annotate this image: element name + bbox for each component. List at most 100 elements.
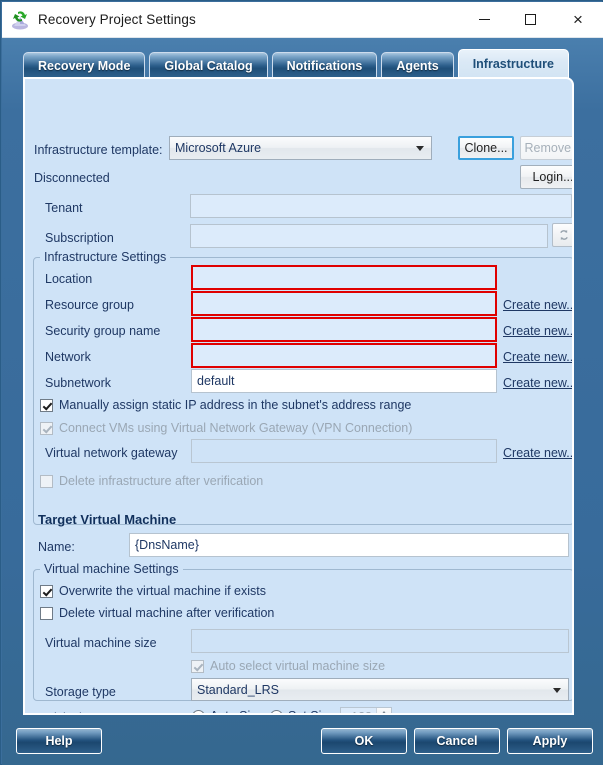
infrastructure-panel: Infrastructure template: Microsoft Azure… bbox=[23, 77, 574, 715]
window-title: Recovery Project Settings bbox=[38, 12, 196, 27]
tab-label: Infrastructure bbox=[472, 57, 554, 71]
auto-size-radio[interactable]: Auto Size bbox=[192, 709, 264, 713]
clone-button[interactable]: Clone... bbox=[458, 136, 514, 160]
network-label: Network bbox=[45, 350, 91, 364]
tab-label: Global Catalog bbox=[164, 58, 253, 73]
storage-type-combo[interactable]: Standard_LRS bbox=[191, 678, 569, 701]
tenant-input[interactable] bbox=[190, 194, 572, 218]
maximize-icon bbox=[524, 14, 536, 25]
tab-global-catalog[interactable]: Global Catalog bbox=[149, 52, 268, 78]
create-new-subnetwork-link[interactable]: Create new... bbox=[503, 376, 572, 390]
vm-size-label: Virtual machine size bbox=[45, 636, 157, 650]
create-new-gateway-link[interactable]: Create new... bbox=[503, 446, 572, 460]
create-new-security-group-link[interactable]: Create new... bbox=[503, 324, 572, 338]
close-icon: × bbox=[573, 10, 583, 29]
tab-agents[interactable]: Agents bbox=[381, 52, 454, 78]
subnetwork-label: Subnetwork bbox=[45, 376, 112, 390]
title-bar: Recovery Project Settings × bbox=[2, 2, 603, 38]
ok-button-label: OK bbox=[354, 734, 374, 748]
infrastructure-template-combo[interactable]: Microsoft Azure bbox=[169, 136, 432, 160]
vpn-connection-label: Connect VMs using Virtual Network Gatewa… bbox=[59, 421, 413, 435]
checkbox-box bbox=[40, 584, 53, 598]
delete-infrastructure-checkbox: Delete infrastructure after verification bbox=[40, 474, 263, 488]
tab-label: Agents bbox=[396, 58, 439, 73]
location-input[interactable] bbox=[191, 265, 497, 290]
security-group-name-input[interactable] bbox=[191, 317, 497, 342]
stepper-arrows bbox=[376, 708, 391, 713]
disk-size-value: 128 bbox=[341, 708, 376, 713]
minimize-button[interactable] bbox=[461, 2, 507, 38]
delete-vm-checkbox[interactable]: Delete virtual machine after verificatio… bbox=[40, 606, 274, 620]
static-ip-checkbox[interactable]: Manually assign static IP address in the… bbox=[40, 398, 411, 412]
target-vm-heading: Target Virtual Machine bbox=[38, 512, 177, 527]
network-input[interactable] bbox=[191, 343, 497, 368]
subnetwork-input[interactable]: default bbox=[191, 369, 497, 393]
infrastructure-template-value: Microsoft Azure bbox=[175, 141, 262, 155]
tab-notifications[interactable]: Notifications bbox=[271, 52, 378, 78]
checkbox-box bbox=[40, 398, 53, 412]
refresh-subscription-button[interactable] bbox=[552, 223, 572, 247]
cancel-button[interactable]: Cancel bbox=[414, 728, 500, 754]
resource-group-label: Resource group bbox=[45, 298, 134, 312]
tab-recovery-mode[interactable]: Recovery Mode bbox=[23, 52, 146, 78]
minimize-icon bbox=[478, 19, 490, 20]
overwrite-vm-checkbox[interactable]: Overwrite the virtual machine if exists bbox=[40, 584, 266, 598]
maximize-button[interactable] bbox=[507, 2, 553, 38]
create-new-resource-group-link[interactable]: Create new... bbox=[503, 298, 572, 312]
chevron-up-icon bbox=[381, 710, 387, 713]
tab-strip: Recovery Mode Global Catalog Notificatio… bbox=[23, 49, 574, 78]
overwrite-vm-label: Overwrite the virtual machine if exists bbox=[59, 584, 267, 598]
apply-button-label: Apply bbox=[532, 734, 568, 748]
vm-name-label: Name: bbox=[38, 540, 75, 554]
tab-label: Recovery Mode bbox=[38, 58, 131, 73]
create-new-network-link[interactable]: Create new... bbox=[503, 350, 572, 364]
virtual-network-gateway-input bbox=[191, 439, 497, 463]
vm-name-input[interactable]: {DnsName} bbox=[129, 533, 569, 557]
checkbox-box bbox=[40, 606, 53, 620]
ok-button[interactable]: OK bbox=[321, 728, 407, 754]
tab-label: Notifications bbox=[286, 58, 363, 73]
disk-size-stepper: 128 bbox=[340, 707, 392, 713]
checkbox-box bbox=[191, 659, 204, 673]
checkbox-box bbox=[40, 474, 53, 488]
chevron-down-icon bbox=[553, 687, 561, 693]
tab-infrastructure[interactable]: Infrastructure bbox=[457, 49, 569, 78]
delete-infrastructure-label: Delete infrastructure after verification bbox=[59, 474, 264, 488]
set-size-label: Set Size bbox=[288, 709, 335, 713]
vpn-connection-checkbox: Connect VMs using Virtual Network Gatewa… bbox=[40, 421, 412, 435]
radio-circle bbox=[192, 709, 205, 713]
location-label: Location bbox=[45, 272, 93, 286]
cancel-button-label: Cancel bbox=[436, 734, 478, 748]
auto-size-label: Auto Size bbox=[210, 709, 264, 713]
radio-circle bbox=[270, 709, 283, 713]
infrastructure-settings-title: Infrastructure Settings bbox=[40, 250, 171, 264]
disk-size-unit: GB bbox=[398, 711, 416, 713]
dialog-window: Recovery Project Settings × Recovery Mod… bbox=[0, 0, 603, 765]
vm-size-input bbox=[191, 629, 569, 653]
login-button[interactable]: Login... bbox=[520, 165, 572, 189]
auto-select-vm-size-label: Auto select virtual machine size bbox=[210, 659, 386, 673]
clone-button-label: Clone... bbox=[464, 141, 508, 155]
help-button-label: Help bbox=[45, 734, 73, 748]
virtual-network-gateway-label: Virtual network gateway bbox=[45, 446, 178, 460]
delete-vm-label: Delete virtual machine after verificatio… bbox=[59, 606, 275, 620]
security-group-name-label: Security group name bbox=[45, 324, 161, 338]
disk-size-label: Disk size bbox=[45, 711, 95, 713]
subscription-label: Subscription bbox=[45, 231, 114, 245]
chevron-down-icon bbox=[416, 146, 424, 151]
checkbox-box bbox=[40, 421, 53, 435]
storage-type-label: Storage type bbox=[45, 685, 116, 699]
remove-button-label: Remove... bbox=[524, 141, 572, 155]
resource-group-input[interactable] bbox=[191, 291, 497, 316]
apply-button[interactable]: Apply bbox=[507, 728, 593, 754]
close-button[interactable]: × bbox=[553, 2, 603, 38]
refresh-icon bbox=[560, 230, 568, 240]
help-button[interactable]: Help bbox=[16, 728, 102, 754]
subscription-input[interactable] bbox=[190, 224, 548, 248]
connection-status: Disconnected bbox=[34, 171, 110, 185]
stepper-up-button bbox=[377, 708, 391, 713]
window-controls: × bbox=[461, 2, 603, 38]
set-size-radio[interactable]: Set Size bbox=[270, 709, 335, 713]
dialog-chrome: Recovery Mode Global Catalog Notificatio… bbox=[2, 38, 603, 765]
storage-type-value: Standard_LRS bbox=[197, 683, 280, 697]
